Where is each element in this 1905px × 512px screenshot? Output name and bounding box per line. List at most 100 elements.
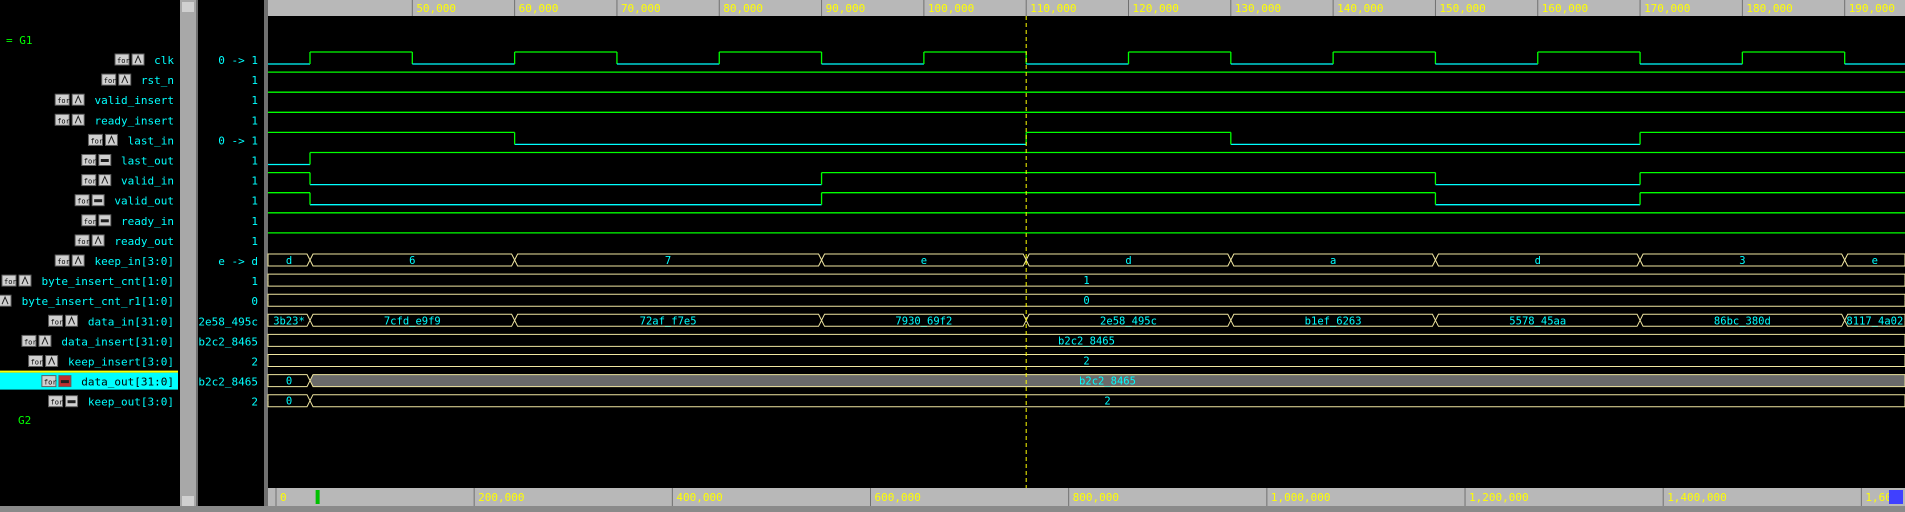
- signal-value: 0: [251, 295, 258, 308]
- bus-value-label: 8117_4a02: [1846, 315, 1903, 327]
- svg-text:for: for: [84, 158, 97, 166]
- signal-name[interactable]: valid_in: [121, 175, 174, 188]
- pane-divider-right[interactable]: [264, 0, 268, 512]
- bus-value-label: 0: [1083, 295, 1089, 307]
- signal-name[interactable]: keep_out[3:0]: [88, 396, 174, 409]
- svg-text:for: for: [44, 379, 57, 387]
- signal-name[interactable]: data_insert[31:0]: [61, 335, 174, 348]
- bus-value-label: 0: [286, 376, 292, 388]
- svg-text:for: for: [57, 97, 70, 105]
- ruler-label: 130,000: [1235, 2, 1281, 15]
- overview-label: 1,60: [1865, 491, 1892, 504]
- signal-value: 1: [251, 235, 258, 248]
- signal-value: 0 -> 1: [218, 54, 258, 67]
- ruler-label: 90,000: [826, 2, 866, 15]
- signal-name[interactable]: rst_n: [141, 74, 174, 87]
- ruler-label: 140,000: [1337, 2, 1383, 15]
- bus-value-label: 1: [1083, 275, 1089, 287]
- bus-value-label: 3b23*: [273, 315, 305, 327]
- svg-text:for: for: [104, 77, 117, 85]
- ruler-label: 190,000: [1849, 2, 1895, 15]
- group-label-g2[interactable]: G2: [18, 414, 31, 427]
- ruler-label: 50,000: [416, 2, 456, 15]
- pane-divider-left[interactable]: [196, 0, 198, 512]
- bus-value-label: 7cfd_e9f9: [384, 315, 441, 327]
- bus-value-label: d: [1125, 255, 1131, 267]
- svg-text:for: for: [117, 57, 130, 65]
- signal-name[interactable]: keep_insert[3:0]: [68, 356, 174, 369]
- signal-value: 2e58_495c: [198, 315, 258, 328]
- svg-text:for: for: [57, 117, 70, 125]
- signal-name[interactable]: ready_insert: [95, 114, 174, 127]
- signal-name[interactable]: byte_insert_cnt[1:0]: [42, 275, 174, 288]
- overview-label: 800,000: [1073, 491, 1119, 504]
- ruler-label: 160,000: [1542, 2, 1588, 15]
- signal-value: 1: [251, 94, 258, 107]
- ruler-label: 60,000: [519, 2, 559, 15]
- svg-text:for: for: [84, 178, 97, 186]
- overview-label: 0: [280, 491, 287, 504]
- signal-value: b2c2_8465: [198, 335, 258, 348]
- bus-value-label: 7: [665, 255, 671, 267]
- svg-text:for: for: [77, 238, 90, 246]
- bus-value-label: 72af_f7e5: [640, 315, 697, 327]
- bus-value-label: a: [1330, 255, 1336, 267]
- ruler-label: 120,000: [1133, 2, 1179, 15]
- bus-value-label: d: [1535, 255, 1541, 267]
- overview-label: 600,000: [875, 491, 921, 504]
- bus-value-label: 2: [1104, 396, 1110, 408]
- bus-value-label: 2: [1083, 356, 1089, 368]
- ruler-label: 70,000: [621, 2, 661, 15]
- signal-value: 1: [251, 74, 258, 87]
- bus-value-label: 7930_69f2: [895, 315, 952, 327]
- signal-name[interactable]: clk: [154, 54, 174, 67]
- scroll-down-button[interactable]: [182, 496, 194, 506]
- signal-name[interactable]: last_out: [121, 155, 174, 168]
- overview-label: 1,200,000: [1469, 491, 1529, 504]
- signal-name[interactable]: data_in[31:0]: [88, 315, 174, 328]
- bus-value-label: 86bc_380d: [1714, 315, 1771, 327]
- signal-name[interactable]: ready_in: [121, 215, 174, 228]
- selection-marker: [0, 370, 178, 373]
- overview-scroll-thumb[interactable]: [1889, 490, 1903, 504]
- ruler-label: 180,000: [1746, 2, 1792, 15]
- svg-text:for: for: [4, 278, 17, 286]
- signal-value: 1: [251, 275, 258, 288]
- waveform-viewer: 50,000 60,000 70,000 80,000 90,000 100,000 110…: [0, 0, 1905, 512]
- signal-row[interactable]: last_in for 0 -> 1: [87, 133, 258, 147]
- bus-value-label: 5578_45aa: [1509, 315, 1566, 327]
- waveform-data-out-31-0-[interactable]: 0 b2c2_8465: [267, 374, 1905, 388]
- signal-name[interactable]: last_in: [128, 134, 174, 147]
- overview-label: 400,000: [676, 491, 722, 504]
- overview-view-marker[interactable]: [315, 490, 320, 504]
- signal-value: 1: [251, 155, 258, 168]
- bus-value-label: b1ef_6263: [1305, 315, 1362, 327]
- ruler-label: 80,000: [723, 2, 763, 15]
- overview-label: 200,000: [478, 491, 524, 504]
- ruler-label: 110,000: [1030, 2, 1076, 15]
- signal-value: 2: [251, 396, 258, 409]
- bus-value-label: b2c2_8465: [1079, 376, 1136, 388]
- signal-value: 0 -> 1: [218, 134, 258, 147]
- scroll-up-button[interactable]: [182, 2, 194, 12]
- bus-value-label: 6: [409, 255, 415, 267]
- signal-name[interactable]: valid_insert: [95, 94, 174, 107]
- logic-icon[interactable]: [0, 294, 12, 307]
- horizontal-scrollbar[interactable]: [0, 506, 1905, 512]
- bus-value-label: d: [286, 255, 292, 267]
- svg-text:for: for: [51, 318, 64, 326]
- signal-name[interactable]: data_out[31:0]: [81, 376, 174, 389]
- group-label-g1[interactable]: = G1: [6, 34, 33, 47]
- svg-text:for: for: [84, 218, 97, 226]
- ruler-label: 100,000: [928, 2, 974, 15]
- signal-name[interactable]: valid_out: [114, 195, 174, 208]
- signal-value: 2: [251, 356, 258, 369]
- signal-name[interactable]: keep_in[3:0]: [95, 255, 174, 268]
- bus-value-label: 0: [286, 396, 292, 408]
- name-pane-scrollbar[interactable]: [180, 0, 196, 512]
- bus-value-label: b2c2_8465: [1058, 335, 1115, 347]
- signal-name[interactable]: ready_out: [114, 235, 174, 248]
- signal-value: 1: [251, 114, 258, 127]
- bus-value-label: e: [921, 255, 927, 267]
- signal-name[interactable]: byte_insert_cnt_r1[1:0]: [22, 295, 174, 308]
